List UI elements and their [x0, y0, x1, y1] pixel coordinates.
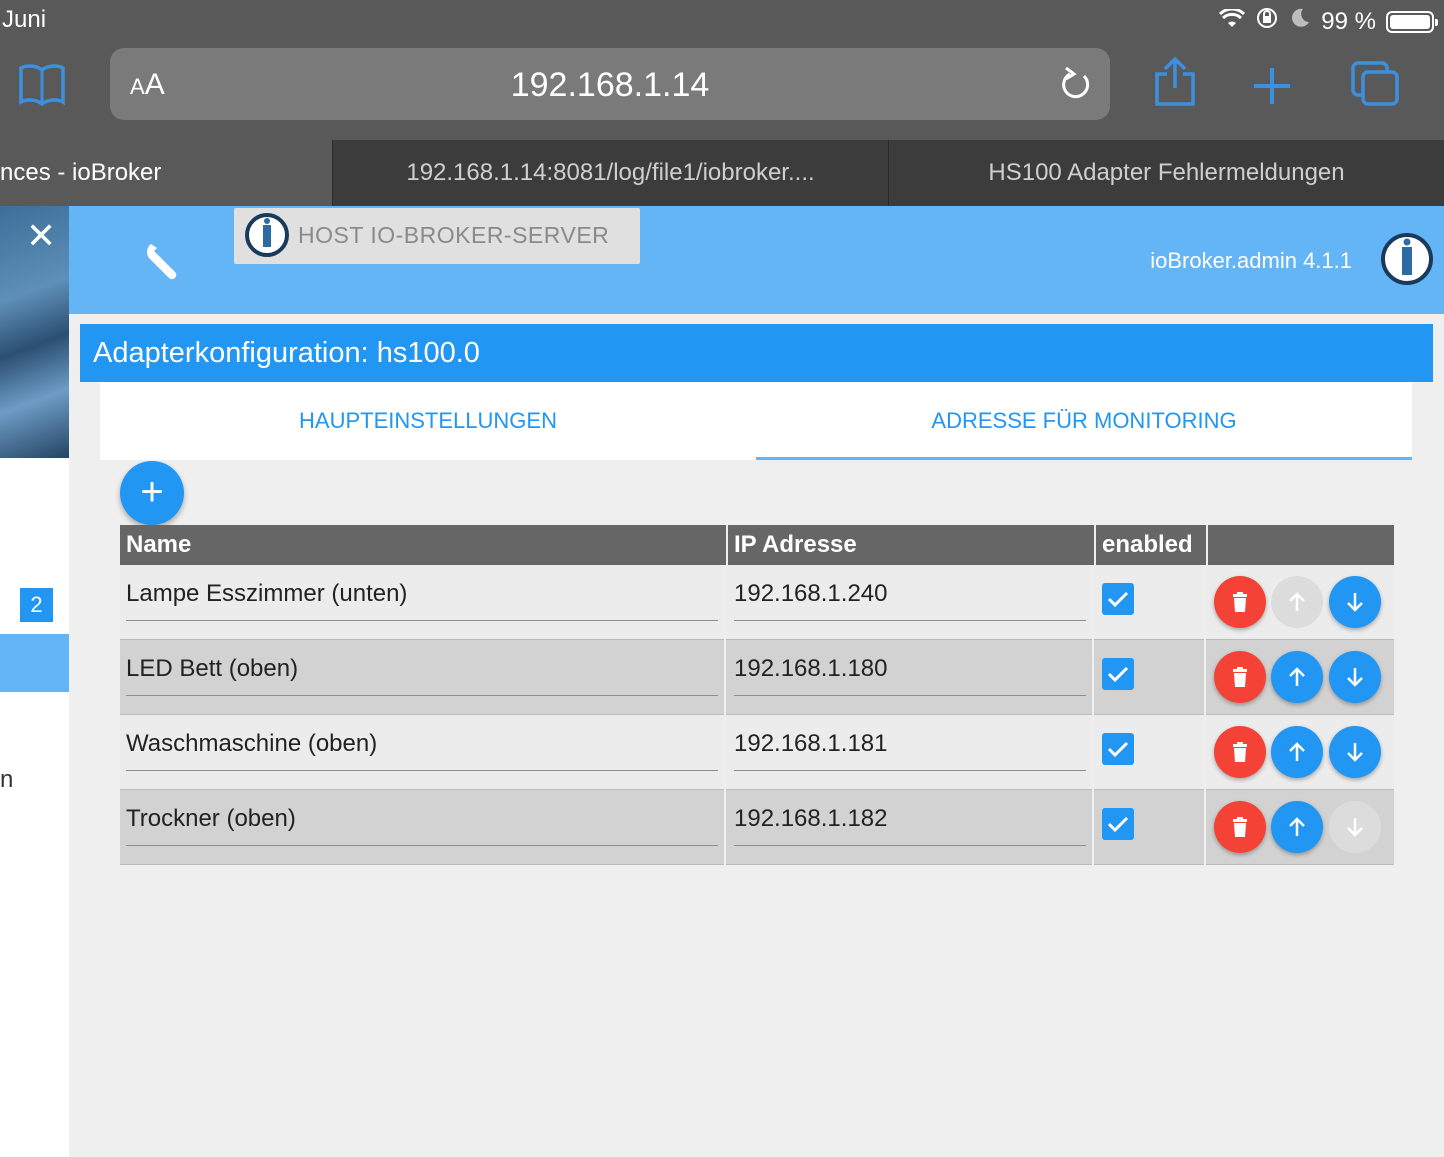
- move-down-button[interactable]: [1329, 576, 1381, 628]
- name-input[interactable]: Lampe Esszimmer (unten): [126, 579, 718, 621]
- ip-input[interactable]: 192.168.1.182: [734, 804, 1086, 846]
- move-up-button[interactable]: [1271, 576, 1323, 628]
- column-header-ip: IP Adresse: [728, 525, 1096, 565]
- delete-button[interactable]: [1214, 726, 1266, 778]
- tab-main-settings[interactable]: HAUPTEINSTELLUNGEN: [100, 382, 756, 460]
- active-tab-indicator: [756, 457, 1412, 460]
- move-down-button[interactable]: [1329, 651, 1381, 703]
- column-header-actions: [1208, 525, 1394, 565]
- name-input[interactable]: Trockner (oben): [126, 804, 718, 846]
- wifi-icon: [1219, 7, 1246, 36]
- wrench-icon[interactable]: [143, 240, 185, 287]
- table-row: Trockner (oben) 192.168.1.182: [120, 790, 1394, 865]
- new-tab-icon[interactable]: [1252, 66, 1292, 111]
- sidebar-badge: 2: [20, 588, 53, 622]
- tab-monitoring-addresses[interactable]: ADRESSE FÜR MONITORING: [756, 382, 1412, 460]
- page-title: Adapterkonfiguration: hs100.0: [80, 324, 1433, 382]
- enabled-checkbox[interactable]: [1102, 808, 1134, 840]
- add-row-button[interactable]: +: [120, 461, 184, 525]
- delete-button[interactable]: [1214, 651, 1266, 703]
- delete-button[interactable]: [1214, 801, 1266, 853]
- app-header: HOST IO-BROKER-SERVER ioBroker.admin 4.1…: [69, 206, 1444, 314]
- host-label: HOST IO-BROKER-SERVER: [298, 222, 610, 248]
- enabled-checkbox[interactable]: [1102, 583, 1134, 615]
- device-table: Name IP Adresse enabled Lampe Esszimmer …: [120, 525, 1394, 865]
- move-up-button[interactable]: [1271, 801, 1323, 853]
- browser-toolbar: AA 192.168.1.14: [0, 40, 1444, 140]
- browser-tabs: nces - ioBroker 192.168.1.14:8081/log/fi…: [0, 140, 1444, 206]
- move-down-button[interactable]: [1329, 801, 1381, 853]
- table-row: LED Bett (oben) 192.168.1.180: [120, 640, 1394, 715]
- url-text[interactable]: 192.168.1.14: [110, 66, 1110, 105]
- close-icon[interactable]: ✕: [26, 218, 56, 254]
- bookmarks-icon[interactable]: [18, 62, 66, 111]
- move-up-button[interactable]: [1271, 726, 1323, 778]
- moon-icon: [1289, 7, 1311, 36]
- address-bar[interactable]: AA 192.168.1.14: [110, 48, 1110, 120]
- config-tabs: HAUPTEINSTELLUNGEN ADRESSE FÜR MONITORIN…: [100, 382, 1412, 460]
- battery-percent: 99 %: [1321, 7, 1376, 35]
- ip-input[interactable]: 192.168.1.180: [734, 654, 1086, 696]
- battery-icon: [1386, 10, 1438, 33]
- browser-tab-1[interactable]: nces - ioBroker: [0, 140, 332, 206]
- sidebar-header-image: ✕: [0, 206, 69, 458]
- table-body: Lampe Esszimmer (unten) 192.168.1.240 LED …: [120, 565, 1394, 865]
- column-header-name: Name: [120, 525, 728, 565]
- sidebar-item-label[interactable]: n: [0, 766, 13, 794]
- iobroker-logo-icon: [244, 212, 290, 263]
- name-input[interactable]: Waschmaschine (oben): [126, 729, 718, 771]
- left-sidebar: ✕ 2 n: [0, 206, 69, 1157]
- sidebar-item-selected[interactable]: [0, 634, 69, 692]
- delete-button[interactable]: [1214, 576, 1266, 628]
- reload-icon[interactable]: [1058, 64, 1094, 109]
- table-row: Lampe Esszimmer (unten) 192.168.1.240: [120, 565, 1394, 640]
- admin-version: ioBroker.admin 4.1.1: [1150, 248, 1352, 273]
- browser-tab-2[interactable]: 192.168.1.14:8081/log/file1/iobroker....: [332, 140, 888, 206]
- table-header: Name IP Adresse enabled: [120, 525, 1394, 565]
- move-down-button[interactable]: [1329, 726, 1381, 778]
- iobroker-logo-icon: [1380, 232, 1434, 291]
- name-input[interactable]: LED Bett (oben): [126, 654, 718, 696]
- status-bar: Juni 99 %: [0, 0, 1444, 40]
- share-icon[interactable]: [1153, 56, 1197, 113]
- ip-input[interactable]: 192.168.1.240: [734, 579, 1086, 621]
- status-time: Juni: [2, 6, 47, 33]
- column-header-enabled: enabled: [1096, 525, 1208, 565]
- table-row: Waschmaschine (oben) 192.168.1.181: [120, 715, 1394, 790]
- host-selector[interactable]: HOST IO-BROKER-SERVER: [234, 208, 640, 264]
- browser-tab-3[interactable]: HS100 Adapter Fehlermeldungen: [888, 140, 1444, 206]
- orientation-lock-icon: [1255, 6, 1279, 37]
- ip-input[interactable]: 192.168.1.181: [734, 729, 1086, 771]
- enabled-checkbox[interactable]: [1102, 658, 1134, 690]
- move-up-button[interactable]: [1271, 651, 1323, 703]
- enabled-checkbox[interactable]: [1102, 733, 1134, 765]
- tabs-overview-icon[interactable]: [1350, 60, 1402, 113]
